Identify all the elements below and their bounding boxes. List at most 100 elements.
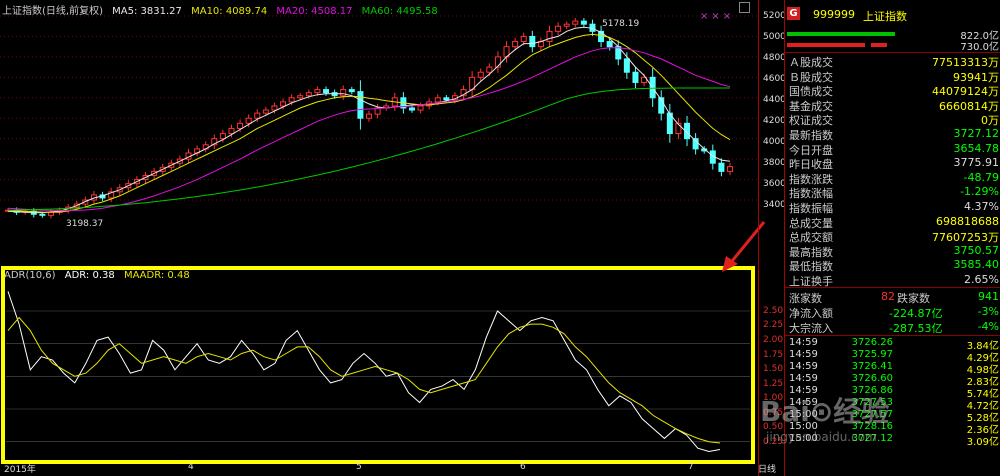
adr-panel-frame <box>1 266 755 464</box>
down-count-value: 941 <box>978 290 999 303</box>
price-tick: 4400 <box>763 95 786 105</box>
price-tick: 5000 <box>763 32 786 42</box>
g-icon[interactable]: G <box>787 7 800 20</box>
candle-body <box>486 66 493 73</box>
date-label-apr: 4 <box>188 462 194 472</box>
candle-body <box>39 213 46 216</box>
stat-label: 最新指数 <box>789 129 833 142</box>
buy-volume-bar <box>787 32 895 36</box>
stat-value: 93941万 <box>953 70 999 84</box>
candle-body <box>219 133 226 140</box>
ma20-line <box>7 47 731 212</box>
candle-body <box>477 71 484 78</box>
stat-value: -1.29% <box>960 185 999 199</box>
candle-body <box>718 162 725 172</box>
watermark-sub: jingyan.baidu.com <box>766 430 877 444</box>
candle-body <box>563 23 570 27</box>
tick-time: 14:59 <box>789 337 818 348</box>
stat-label: 权证成交 <box>789 114 833 128</box>
stat-label: 指数涨幅 <box>789 187 833 201</box>
candle-body <box>271 105 278 111</box>
candle-body <box>262 109 269 114</box>
date-label-start: 2015年 <box>4 465 36 475</box>
stat-value: 3775.91 <box>953 156 1000 170</box>
stat-label: 最低指数 <box>789 260 833 274</box>
stat-value: 44079124万 <box>932 85 999 99</box>
price-tick: 4800 <box>763 53 786 63</box>
kline-chart-area[interactable]: 5178.19 3198.37 上证指数(日线,前复权) MA5: 3831.2… <box>0 0 766 476</box>
baidu-watermark: Bai⊙经验 jingyan.baidu.com <box>760 390 889 444</box>
price-tick: 3600 <box>763 179 786 189</box>
price-tick: 4200 <box>763 116 786 126</box>
tick-price: 3726.60 <box>851 373 893 384</box>
stat-label: Ａ股成交 <box>789 56 833 69</box>
candle-body <box>280 101 287 107</box>
flow-value: -224.87亿 <box>889 307 943 320</box>
watermark-main: Bai⊙经验 <box>760 395 890 428</box>
adr-tick: 1.25 <box>763 379 784 389</box>
chart-title: 上证指数(日线,前复权) <box>2 6 103 17</box>
low-annotation: 3198.37 <box>66 219 103 229</box>
stat-label: 指数涨跌 <box>789 172 833 186</box>
down-count-label: 跌家数 <box>897 292 930 305</box>
candle-body <box>520 35 527 43</box>
candle-body <box>727 166 733 172</box>
ma60-legend: MA60: 4495.58 <box>361 6 438 17</box>
date-label-may: 5 <box>356 462 362 472</box>
candle-body <box>237 122 244 129</box>
tick-time: 14:59 <box>789 361 818 372</box>
stat-value: 3585.40 <box>953 258 1000 272</box>
stat-value: 3750.57 <box>953 243 1000 257</box>
price-tick: 5200 <box>763 11 786 21</box>
candle-body <box>314 89 321 94</box>
candle-body <box>47 211 54 216</box>
stat-value: 2.65% <box>964 273 999 286</box>
candle-body <box>546 30 553 43</box>
stat-label: 国债成交 <box>789 85 833 99</box>
candle-body <box>580 20 587 25</box>
adr-legend: ADR(10,6) ADR: 0.38 MAADR: 0.48 <box>4 270 196 281</box>
candle-body <box>623 58 630 73</box>
candle-body <box>228 127 235 135</box>
flow-label: 净流入额 <box>789 307 833 320</box>
price-tick: 4600 <box>763 74 786 84</box>
tick-price: 3726.41 <box>851 361 893 372</box>
candle-body <box>297 95 304 99</box>
flow-pct: -4% <box>977 320 999 333</box>
ma10-line <box>7 33 731 213</box>
stat-value: 0万 <box>981 114 999 128</box>
sell-volume-bar <box>787 43 865 47</box>
candle-body <box>512 41 519 48</box>
divider <box>785 52 1000 53</box>
price-tick: 3800 <box>763 158 786 168</box>
candle-body <box>305 92 312 97</box>
kline-chart-svg[interactable]: 5178.19 3198.37 <box>0 0 758 476</box>
candle-body <box>288 97 295 103</box>
stat-label: 最高指数 <box>789 245 833 259</box>
stat-label: 基金成交 <box>789 99 833 113</box>
main-legend: 上证指数(日线,前复权) MA5: 3831.27 MA10: 4089.74 … <box>2 2 444 17</box>
stat-label: Ｂ股成交 <box>789 70 833 84</box>
adr-line <box>7 291 721 453</box>
sell-volume-value: 730.0亿 <box>960 42 999 53</box>
candle-body <box>434 97 441 103</box>
tick-time: 14:59 <box>789 349 818 360</box>
up-count-value: 82 <box>881 290 895 303</box>
stock-code: 999999 <box>813 8 855 21</box>
adr-tick: 2.00 <box>763 335 784 345</box>
high-annotation: 5178.19 <box>602 19 639 29</box>
stat-label: 总成交额 <box>789 231 833 245</box>
flow-label: 大宗流入 <box>789 322 833 335</box>
flow-pct: -3% <box>977 305 999 318</box>
divider <box>785 335 1000 336</box>
period-label[interactable]: 日线 <box>758 462 784 475</box>
adr-tick: 2.50 <box>763 306 784 316</box>
candle-body <box>555 25 562 32</box>
stock-header: G 999999 上证指数 <box>785 4 1000 23</box>
panel-toggle-checkbox[interactable] <box>739 2 750 13</box>
candle-body <box>632 71 639 83</box>
close-icons[interactable]: ××× <box>700 11 734 22</box>
stat-value: 6660814万 <box>939 99 999 113</box>
flow-value: -287.53亿 <box>889 322 943 335</box>
stat-value: 77513313万 <box>932 56 999 69</box>
